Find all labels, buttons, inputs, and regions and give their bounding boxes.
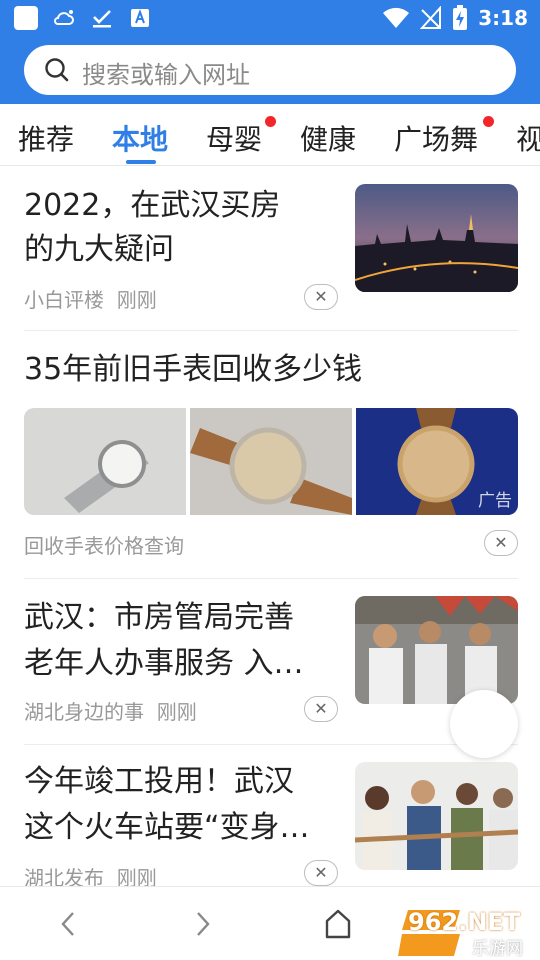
active-tab-indicator <box>126 160 156 164</box>
no-signal-icon <box>420 6 442 29</box>
back-arrow-icon[interactable] <box>55 909 81 939</box>
watch-leather-image <box>190 408 352 515</box>
dismiss-button[interactable]: ✕ <box>304 860 338 886</box>
feed-divider <box>24 744 518 745</box>
news-thumbnail <box>355 184 518 292</box>
status-right-icons: 3:18 <box>382 5 528 31</box>
category-tabs: 推荐 本地 母婴 健康 广场舞 视 <box>0 104 540 166</box>
app-header: 3:18 搜索或输入网址 <box>0 0 540 104</box>
city-night-image <box>355 184 518 292</box>
news-source: 小白评楼 <box>24 288 104 312</box>
forward-arrow-icon[interactable] <box>190 909 216 939</box>
feed-divider <box>24 330 518 331</box>
tab-health[interactable]: 健康 <box>300 118 356 158</box>
ad-label: 广告 <box>478 491 512 511</box>
floating-action-button[interactable] <box>450 690 518 758</box>
site-watermark-logo: 962.NET 乐游网 <box>398 900 540 960</box>
news-source: 湖北身边的事 <box>24 700 144 724</box>
ad-source: 回收手表价格查询 <box>24 534 184 558</box>
weather-icon <box>54 10 74 25</box>
status-bar: 3:18 <box>0 0 540 36</box>
tab-maternal[interactable]: 母婴 <box>206 118 262 158</box>
news-thumbnail <box>355 762 518 870</box>
status-left-icons <box>14 6 152 30</box>
wifi-icon <box>383 7 410 29</box>
dismiss-button[interactable]: ✕ <box>304 696 338 722</box>
news-time: 刚刚 <box>156 700 197 724</box>
tab-recommend[interactable]: 推荐 <box>18 118 74 158</box>
tab-video[interactable]: 视 <box>516 118 540 158</box>
tab-maternal-badge <box>265 116 276 127</box>
dismiss-button[interactable]: ✕ <box>304 284 338 310</box>
search-bar[interactable]: 搜索或输入网址 <box>24 45 516 95</box>
news-title: 35年前旧手表回收多少钱 <box>24 352 363 387</box>
home-icon[interactable] <box>322 907 354 941</box>
students-ceremony-image <box>355 596 518 704</box>
search-input[interactable]: 搜索或输入网址 <box>82 55 250 90</box>
translate-icon <box>131 9 149 27</box>
watermark-text: 962.NET <box>408 908 521 936</box>
news-thumbnail <box>355 596 518 704</box>
search-icon <box>45 58 69 82</box>
news-meta: 小白评楼 刚刚 <box>24 284 157 313</box>
clock: 3:18 <box>478 6 528 30</box>
ad-image-3: 广告 <box>356 408 518 515</box>
watermark-sub: 乐游网 <box>472 939 523 959</box>
feed-divider <box>24 578 518 579</box>
battery-charging-icon <box>453 5 468 30</box>
news-meta: 湖北身边的事 刚刚 <box>24 696 197 725</box>
watch-bracelet-image <box>24 408 186 515</box>
tab-local[interactable]: 本地 <box>112 118 168 158</box>
tab-square-dance-badge <box>483 116 494 127</box>
ad-image-2 <box>190 408 352 515</box>
news-time: 刚刚 <box>116 288 157 312</box>
app-notification-icon <box>14 6 38 30</box>
download-done-icon <box>93 10 111 28</box>
tab-square-dance[interactable]: 广场舞 <box>394 118 478 158</box>
dismiss-button[interactable]: ✕ <box>484 530 518 556</box>
ad-image-1 <box>24 408 186 515</box>
people-railing-image <box>355 762 518 870</box>
